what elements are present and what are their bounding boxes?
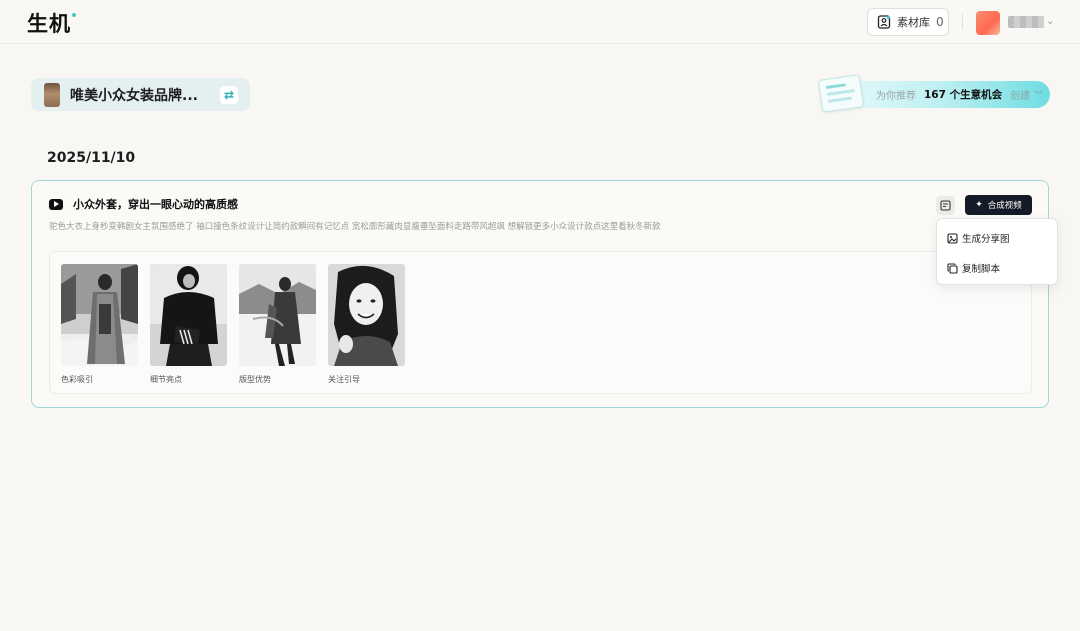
assets-count: 0: [936, 15, 944, 29]
brand-name: 唯美小众女装品牌...: [70, 87, 198, 104]
app-logo[interactable]: 生机: [27, 8, 71, 38]
shot-image-1: [61, 264, 138, 366]
recommend-label: 为你推荐: [876, 91, 916, 102]
document-edit-icon: [940, 199, 951, 211]
header-divider: [962, 14, 963, 30]
assets-library-button[interactable]: 素材库 0: [867, 8, 949, 36]
shot-thumbnail[interactable]: [328, 264, 405, 366]
menu-item-label: 生成分享图: [962, 234, 1010, 245]
script-card: 小众外套，穿出一眼心动的高质感 驼色大衣上身秒变韩剧女主氛围感绝了 袖口撞色条纹…: [31, 180, 1049, 408]
synthesize-video-button[interactable]: ✦ 合成视频: [965, 195, 1032, 215]
assets-label: 素材库: [897, 16, 930, 29]
image-icon: [947, 232, 958, 244]
shot-label: 关注引导: [328, 375, 360, 384]
brand-selector[interactable]: 唯美小众女装品牌... ⇄: [31, 78, 250, 111]
chevron-down-icon[interactable]: ⌄: [1046, 16, 1054, 27]
card-tools: ✦ 合成视频: [936, 195, 1032, 215]
double-chevron-down-icon[interactable]: ︾: [1034, 88, 1043, 101]
synthesize-video-label: 合成视频: [987, 201, 1022, 211]
date-heading: 2025/11/10: [47, 150, 136, 166]
menu-item-share-image[interactable]: 生成分享图: [947, 231, 1010, 245]
card-title: 小众外套，穿出一眼心动的高质感: [73, 198, 238, 211]
user-card-icon: [877, 15, 891, 29]
recommend-create-link[interactable]: 创建: [1010, 87, 1030, 102]
card-description: 驼色大衣上身秒变韩剧女主氛围感绝了 袖口撞色条纹设计让简约款瞬间有记忆点 宽松廓…: [49, 222, 661, 232]
brand-thumbnail: [44, 82, 60, 107]
recommend-card-illustration: [817, 74, 865, 113]
shot-gallery: 色彩吸引 细节亮点 版型优势 关注引导: [49, 251, 1032, 394]
shot-thumbnail[interactable]: [239, 264, 316, 366]
card-title-row: 小众外套，穿出一眼心动的高质感: [49, 196, 238, 212]
shot-label: 色彩吸引: [61, 375, 93, 384]
shot-label: 细节亮点: [150, 375, 182, 384]
shot-thumbnail[interactable]: [150, 264, 227, 366]
video-play-icon: [49, 198, 63, 210]
menu-item-label: 复制脚本: [962, 264, 1001, 275]
top-header: 生机 素材库 0 ⌄: [0, 0, 1080, 44]
shot-image-3: [239, 264, 316, 366]
user-avatar[interactable]: [976, 11, 1000, 35]
shot-thumbnail[interactable]: [61, 264, 138, 366]
more-options-button[interactable]: [936, 195, 955, 215]
recommend-count: 167 个生意机会: [924, 89, 1003, 101]
user-name-redacted[interactable]: [1008, 16, 1044, 28]
shot-label: 版型优势: [239, 375, 271, 384]
swap-icon[interactable]: ⇄: [220, 86, 238, 104]
sparkle-icon: ✦: [975, 200, 983, 210]
card-options-menu: 生成分享图 复制脚本: [936, 218, 1058, 285]
shot-image-4: [328, 264, 405, 366]
shot-image-2: [150, 264, 227, 366]
menu-item-copy-script[interactable]: 复制脚本: [947, 261, 1000, 275]
logo-dot: [72, 13, 76, 17]
copy-icon: [947, 262, 958, 274]
